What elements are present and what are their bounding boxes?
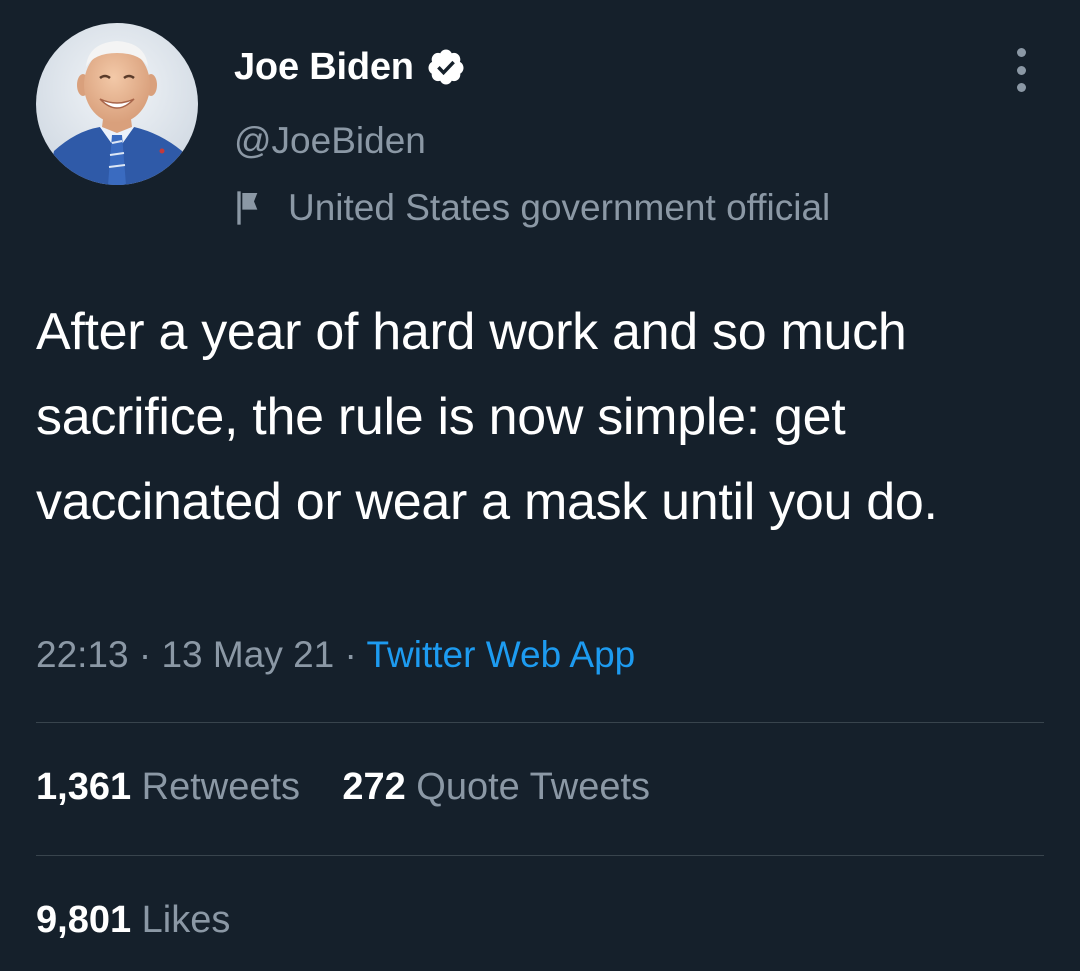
- meta-separator: ·: [138, 634, 152, 675]
- divider: [36, 855, 1044, 856]
- verified-badge-icon: [428, 49, 464, 85]
- retweets-stat[interactable]: 1,361 Retweets: [36, 766, 311, 808]
- avatar[interactable]: [36, 23, 198, 185]
- retweet-stats-row: 1,361 Retweets 272 Quote Tweets: [36, 766, 650, 809]
- likes-count: 9,801: [36, 899, 132, 941]
- more-dot: [1016, 83, 1026, 92]
- likes-stat[interactable]: 9,801 Likes: [36, 899, 230, 941]
- avatar-photo: [36, 23, 198, 185]
- more-dot: [1016, 65, 1026, 75]
- divider: [36, 722, 1044, 723]
- likes-stats-row: 9,801 Likes: [36, 899, 230, 942]
- tweet-date[interactable]: 13 May 21: [161, 634, 334, 675]
- meta-separator: ·: [344, 634, 357, 675]
- account-label-text: United States government official: [288, 187, 831, 228]
- quote-tweets-stat[interactable]: 272 Quote Tweets: [342, 766, 650, 808]
- flag-icon: [237, 191, 258, 225]
- author-name[interactable]: Joe Biden: [234, 46, 414, 89]
- more-options-icon[interactable]: [1004, 48, 1038, 92]
- more-dot: [1016, 48, 1026, 57]
- retweets-label: Retweets: [141, 766, 301, 808]
- quotes-count: 272: [342, 766, 406, 808]
- tweet-meta: 22:13 · 13 May 21 · Twitter Web App: [36, 634, 635, 676]
- tweet-source-link[interactable]: Twitter Web App: [367, 634, 636, 675]
- author-handle[interactable]: @JoeBiden: [234, 120, 426, 162]
- retweets-count: 1,361: [36, 766, 132, 808]
- tweet-text: After a year of hard work and so much sa…: [36, 303, 938, 531]
- tweet-time[interactable]: 22:13: [36, 634, 129, 675]
- account-label[interactable]: United States government official: [234, 184, 830, 232]
- likes-label: Likes: [141, 899, 231, 941]
- author-name-row[interactable]: Joe Biden: [234, 42, 466, 92]
- quotes-label: Quote Tweets: [416, 766, 651, 808]
